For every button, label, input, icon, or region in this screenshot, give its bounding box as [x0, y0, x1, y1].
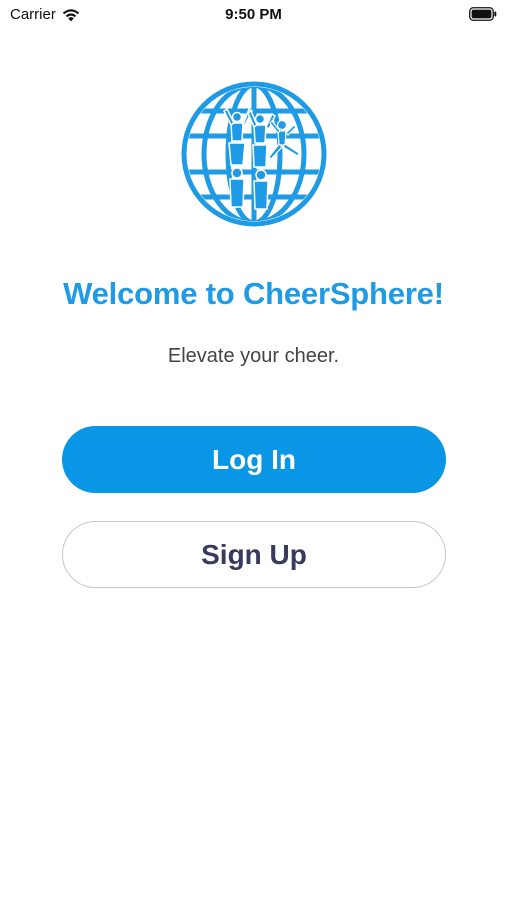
tagline: Elevate your cheer.	[167, 345, 340, 367]
signup-button-label: Sign Up	[201, 538, 307, 570]
status-bar: Carrier 9:50 PM	[0, 0, 507, 30]
signup-button[interactable]: Sign Up	[62, 521, 446, 588]
cheersphere-logo-icon	[181, 81, 327, 227]
login-button[interactable]: Log In	[62, 426, 446, 493]
status-time: 9:50 PM	[225, 6, 282, 23]
welcome-screen: Carrier 9:50 PM Welcome to CheerSphere! …	[0, 0, 507, 900]
welcome-title: Welcome to CheerSphere!	[63, 276, 444, 311]
login-button-label: Log In	[212, 443, 296, 475]
battery-icon	[469, 7, 497, 21]
